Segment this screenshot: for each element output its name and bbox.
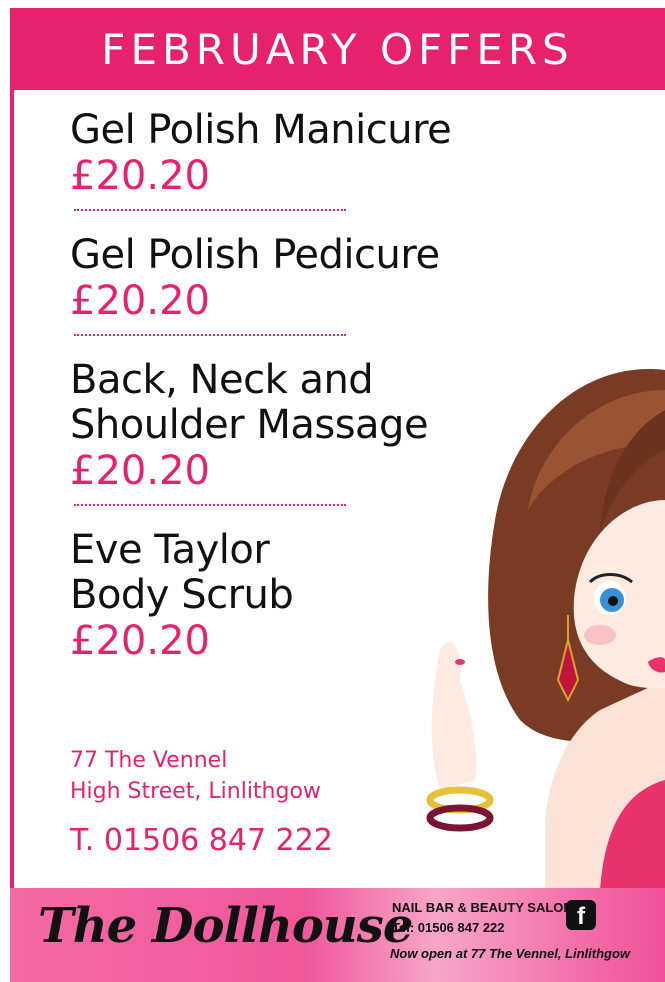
- facebook-icon[interactable]: f: [566, 900, 596, 930]
- brand-logo: The Dollhouse: [38, 898, 413, 954]
- offer-price: £20.20: [70, 278, 210, 324]
- frame-border: [10, 8, 14, 888]
- address-line: High Street, Linlithgow: [70, 779, 321, 804]
- offer-name: Body Scrub: [70, 572, 294, 618]
- offer-name: Shoulder Massage: [70, 402, 429, 448]
- dotted-divider: [74, 504, 346, 506]
- page-title: FEBRUARY OFFERS: [101, 24, 574, 74]
- address-line: 77 The Vennel: [70, 748, 228, 773]
- offer-price: £20.20: [70, 618, 210, 664]
- offer-item: Gel Polish Manicure £20.20: [70, 108, 510, 211]
- offer-item: Eve Taylor Body Scrub £20.20: [70, 527, 510, 665]
- tagline: NAIL BAR & BEAUTY SALON: [392, 900, 573, 915]
- offer-price: £20.20: [70, 448, 210, 494]
- footer-notice: Now open at 77 The Vennel, Linlithgow: [390, 946, 631, 961]
- offer-item: Back, Neck and Shoulder Massage £20.20: [70, 358, 510, 506]
- offer-name: Eve Taylor: [70, 527, 270, 573]
- offer-name: Gel Polish Manicure: [70, 107, 452, 153]
- offer-name: Back, Neck and: [70, 357, 374, 403]
- offers-poster: FEBRUARY OFFERS Gel Polish Manicure £20.…: [0, 0, 665, 982]
- footer-tel: Tel: 01506 847 222: [392, 920, 505, 935]
- offer-item: Gel Polish Pedicure £20.20: [70, 233, 510, 336]
- footer-banner: The Dollhouse NAIL BAR & BEAUTY SALON Te…: [10, 888, 665, 982]
- phone-number: T. 01506 847 222: [70, 823, 333, 858]
- dotted-divider: [74, 334, 346, 336]
- offer-name: Gel Polish Pedicure: [70, 232, 440, 278]
- offers-list: Gel Polish Manicure £20.20 Gel Polish Pe…: [70, 108, 510, 665]
- offer-price: £20.20: [70, 153, 210, 199]
- address: 77 The Vennel High Street, Linlithgow: [70, 745, 321, 807]
- header-banner: FEBRUARY OFFERS: [10, 8, 665, 90]
- dotted-divider: [74, 209, 346, 211]
